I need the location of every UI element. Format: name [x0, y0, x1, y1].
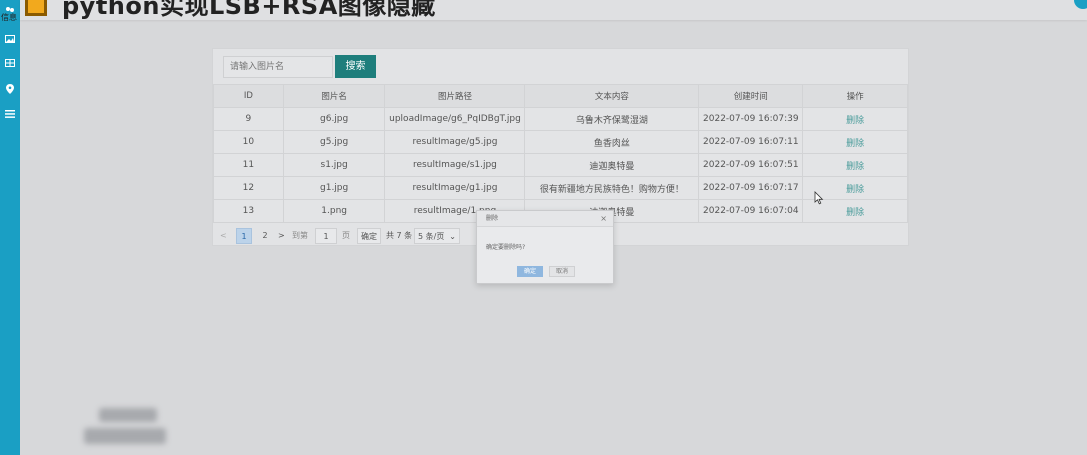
cell-time: 2022-07-09 16:07:51	[698, 153, 804, 177]
table-row: 12 g1.jpg resultImage/g1.jpg 很有新疆地方民族特色！…	[213, 176, 908, 200]
cell-time: 2022-07-09 16:07:17	[698, 176, 804, 200]
cell-id: 10	[213, 130, 284, 154]
sidebar-label: 信息	[1, 13, 17, 22]
top-header: python实现LSB+RSA图像隐藏	[20, 0, 1087, 20]
cell-path: resultImage/g1.jpg	[384, 176, 526, 200]
search-input[interactable]	[223, 56, 333, 78]
delete-link[interactable]: 删除	[846, 116, 864, 126]
app-title: python实现LSB+RSA图像隐藏	[62, 0, 436, 20]
cell-action: 删除	[802, 107, 908, 131]
col-header-text: 文本内容	[524, 84, 700, 108]
cell-id: 11	[213, 153, 284, 177]
cell-text: 很有新疆地方民族特色！购物方便！	[524, 176, 700, 200]
mouse-cursor-icon	[814, 190, 824, 205]
dialog-cancel-button[interactable]: 取消	[549, 266, 575, 277]
page-button-1[interactable]: 1	[236, 228, 252, 244]
goto-confirm-button[interactable]: 确定	[357, 228, 381, 244]
col-header-path: 图片路径	[384, 84, 526, 108]
cell-path: resultImage/g5.jpg	[384, 130, 526, 154]
search-button[interactable]: 搜索	[335, 55, 376, 78]
cell-name: g5.jpg	[282, 130, 386, 154]
page-size-value: 5 条/页	[418, 232, 445, 241]
delete-link[interactable]: 删除	[846, 208, 864, 218]
cell-id: 9	[213, 107, 284, 131]
dialog-title: 删除	[477, 211, 613, 227]
cell-action: 删除	[802, 153, 908, 177]
cell-name: 1.png	[282, 199, 386, 223]
user-avatar[interactable]	[1074, 0, 1087, 9]
table-row: 9 g6.jpg uploadImage/g6_PqIDBgT.jpg 乌鲁木齐…	[213, 107, 908, 131]
app-logo	[25, 0, 47, 16]
close-icon[interactable]: ×	[600, 211, 607, 227]
blurred-watermark	[84, 428, 166, 444]
page-button-2[interactable]: 2	[258, 228, 272, 244]
image-table: ID 图片名 图片路径 文本内容 创建时间 操作 9 g6.jpg upload…	[213, 84, 908, 223]
location-pin-icon[interactable]	[0, 84, 20, 98]
cell-name: g6.jpg	[282, 107, 386, 131]
sidebar: 信息	[0, 0, 20, 455]
cell-name: s1.jpg	[282, 153, 386, 177]
cell-action: 删除	[802, 130, 908, 154]
cell-text: 迪迦奥特曼	[524, 153, 700, 177]
total-count: 共 7 条	[386, 231, 413, 240]
delete-link[interactable]: 删除	[846, 162, 864, 172]
dialog-ok-button[interactable]: 确定	[517, 266, 543, 277]
dialog-message: 确定要删除吗?	[486, 244, 526, 251]
delete-link[interactable]: 删除	[846, 139, 864, 149]
cell-path: uploadImage/g6_PqIDBgT.jpg	[384, 107, 526, 131]
page-size-select[interactable]: 5 条/页 ⌄	[414, 228, 460, 244]
col-header-name: 图片名	[282, 84, 386, 108]
cell-name: g1.jpg	[282, 176, 386, 200]
col-header-action: 操作	[802, 84, 908, 108]
table-header-row: ID 图片名 图片路径 文本内容 创建时间 操作	[213, 84, 908, 108]
cell-id: 12	[213, 176, 284, 200]
page-unit-label: 页	[342, 231, 350, 240]
next-page-button[interactable]: >	[278, 228, 285, 244]
cell-text: 乌鲁木齐保鹭湿湖	[524, 107, 700, 131]
goto-label: 到第	[292, 231, 308, 240]
table-row: 10 g5.jpg resultImage/g5.jpg 鱼香肉丝 2022-0…	[213, 130, 908, 154]
cell-id: 13	[213, 199, 284, 223]
blurred-watermark	[99, 408, 157, 422]
image-icon[interactable]	[0, 34, 20, 48]
cell-path: resultImage/s1.jpg	[384, 153, 526, 177]
col-header-time: 创建时间	[698, 84, 804, 108]
goto-page-input[interactable]: 1	[315, 228, 337, 244]
cell-time: 2022-07-09 16:07:04	[698, 199, 804, 223]
table-row: 11 s1.jpg resultImage/s1.jpg 迪迦奥特曼 2022-…	[213, 153, 908, 177]
cell-time: 2022-07-09 16:07:11	[698, 130, 804, 154]
cell-text: 鱼香肉丝	[524, 130, 700, 154]
delete-link[interactable]: 删除	[846, 185, 864, 195]
chevron-down-icon: ⌄	[449, 232, 456, 241]
table-icon[interactable]	[0, 58, 20, 72]
pagination: < 1 2 > 到第 1 页 确定 共 7 条 5 条/页 ⌄	[218, 228, 518, 244]
delete-confirm-dialog: 删除 × 确定要删除吗? 确定 取消	[476, 210, 614, 284]
col-header-id: ID	[213, 84, 284, 108]
cell-time: 2022-07-09 16:07:39	[698, 107, 804, 131]
prev-page-button[interactable]: <	[220, 228, 227, 244]
list-icon[interactable]	[0, 109, 20, 123]
